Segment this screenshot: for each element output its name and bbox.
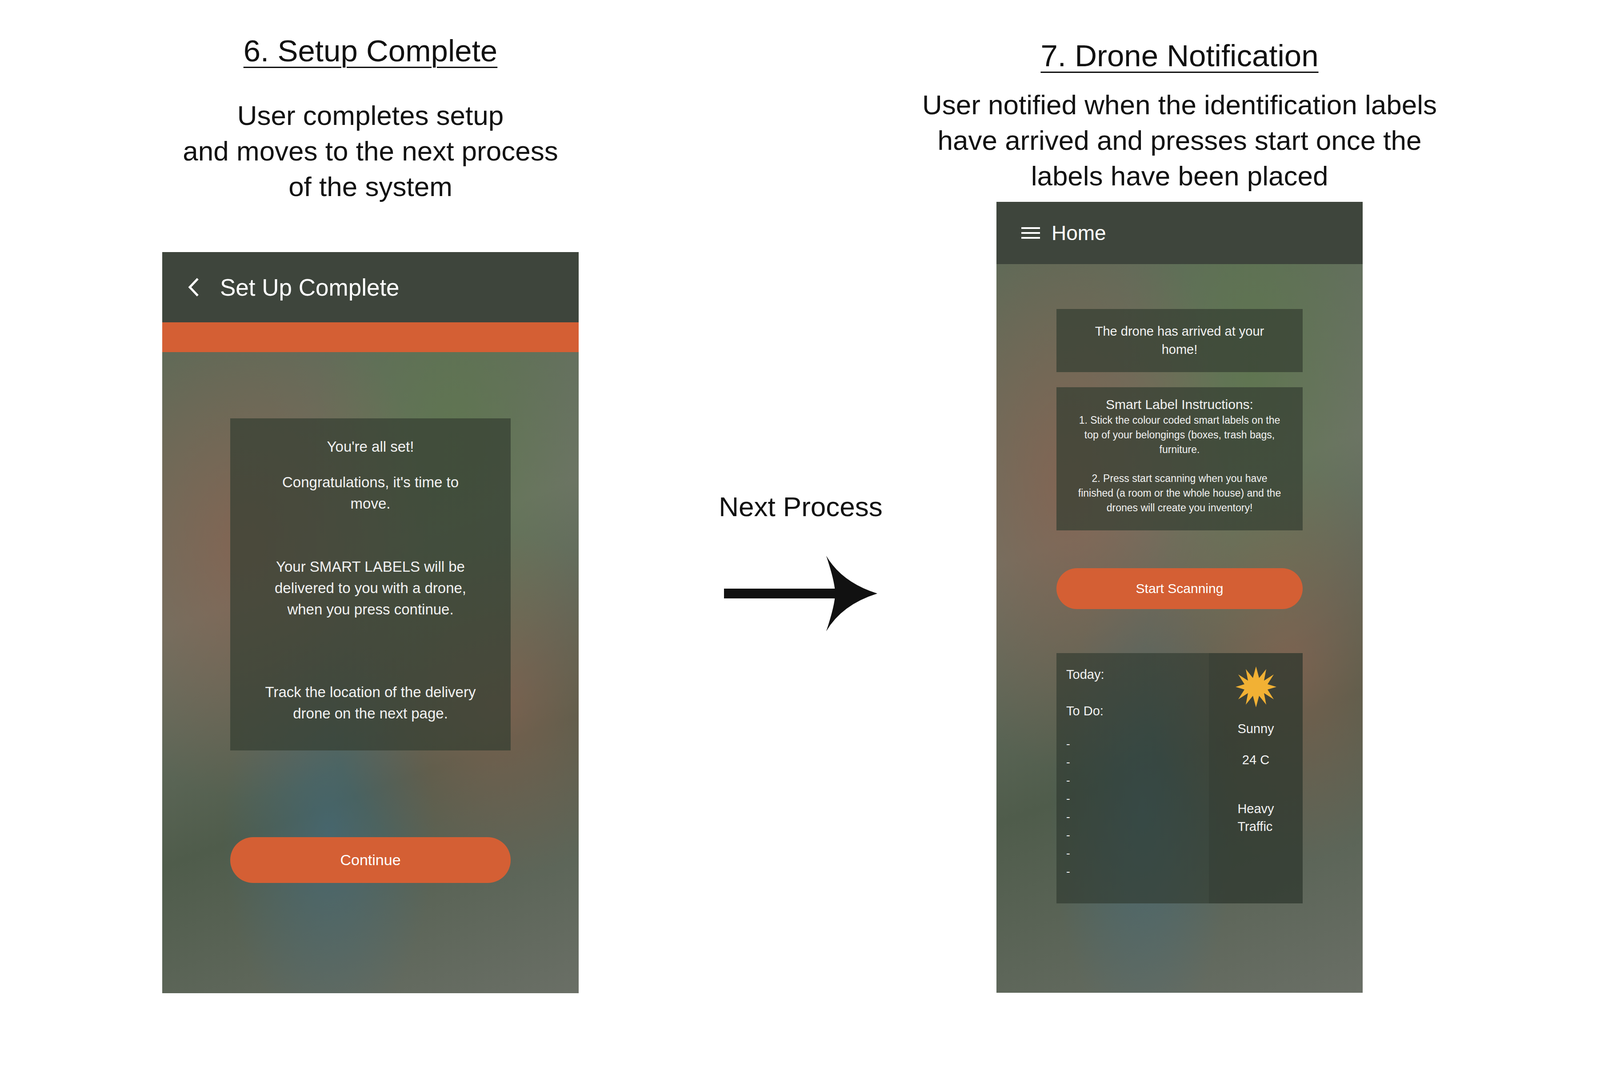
todo-item[interactable]: -: [1066, 789, 1200, 808]
step-title: 6. Setup Complete: [243, 33, 498, 69]
instruction-item: 1. Stick the colour coded smart labels o…: [1060, 412, 1300, 457]
todo-item[interactable]: -: [1066, 862, 1200, 881]
message-text: Your SMART LABELS will bedelivered to yo…: [239, 556, 502, 620]
header-title: Set Up Complete: [220, 273, 400, 301]
today-card: Today:To Do:--------: [1056, 652, 1209, 904]
phone-screen: Set Up Complete You're all set! Congratula…: [162, 252, 579, 993]
sun-icon: [1235, 666, 1277, 708]
connector-label: Next Process: [718, 488, 883, 525]
step-column: 6. Setup Complete User completes setupand…: [0, 0, 713, 1067]
instructions-card: Smart Label Instructions:1. Stick the co…: [1056, 387, 1303, 531]
todo-item[interactable]: -: [1066, 844, 1200, 863]
todo-item[interactable]: -: [1066, 807, 1200, 826]
message-card: You're all set! Congratulations, it's tim…: [230, 418, 511, 751]
todo-list: --------: [1066, 734, 1200, 881]
connector: Next Process: [712, 0, 889, 1067]
step-description: User notified when the identification la…: [922, 87, 1437, 194]
step-title: 7. Drone Notification: [1040, 38, 1319, 74]
flow-slide: 6. Setup Complete User completes setupand…: [0, 0, 1600, 1067]
dashboard-panel: Today:To Do:--------Sunny24 CHeavyTraffi…: [1056, 652, 1303, 904]
instructions-title: Smart Label Instructions:: [1060, 396, 1300, 413]
progress-strip: [162, 322, 579, 352]
message-text: Track the location of the deliverydrone …: [239, 681, 502, 724]
notification-card: The drone has arrived at yourhome!: [1056, 308, 1303, 372]
step-description: User completes setupand moves to the nex…: [182, 97, 558, 205]
aerial-photo: The drone has arrived at yourhome! Smart …: [996, 264, 1363, 993]
weather-condition: Sunny: [1237, 719, 1274, 738]
today-label: Today:: [1066, 666, 1200, 683]
message-text: Congratulations, it's time tomove.: [239, 471, 502, 515]
app-header: Set Up Complete: [162, 252, 579, 323]
step-column: 7. Drone Notification User notified when …: [888, 0, 1471, 1067]
todo-item[interactable]: -: [1066, 752, 1200, 772]
aerial-photo: You're all set! Congratulations, it's tim…: [162, 352, 579, 993]
header-title: Home: [1051, 220, 1107, 245]
app-header: Home: [996, 201, 1363, 264]
phone-screen: Home The drone has arrived at yourhome! Sm…: [996, 201, 1363, 993]
right-arrow-icon: [724, 551, 878, 636]
weather-card: Sunny 24 C HeavyTraffic: [1208, 652, 1303, 904]
hamburger-menu-icon[interactable]: [1021, 225, 1040, 241]
continue-button[interactable]: Continue: [230, 836, 511, 883]
start-scanning-button[interactable]: Start Scanning: [1056, 568, 1303, 609]
instruction-item: 2. Press start scanning when you havefin…: [1060, 471, 1300, 516]
todo-label: To Do:: [1066, 702, 1200, 719]
todo-item[interactable]: -: [1066, 734, 1200, 753]
back-arrow-icon[interactable]: [186, 276, 202, 298]
todo-item[interactable]: -: [1066, 825, 1200, 844]
message-text: You're all set!: [239, 436, 502, 458]
temperature: 24 C: [1242, 750, 1270, 769]
todo-item[interactable]: -: [1066, 771, 1200, 790]
traffic-status: HeavyTraffic: [1237, 799, 1274, 836]
